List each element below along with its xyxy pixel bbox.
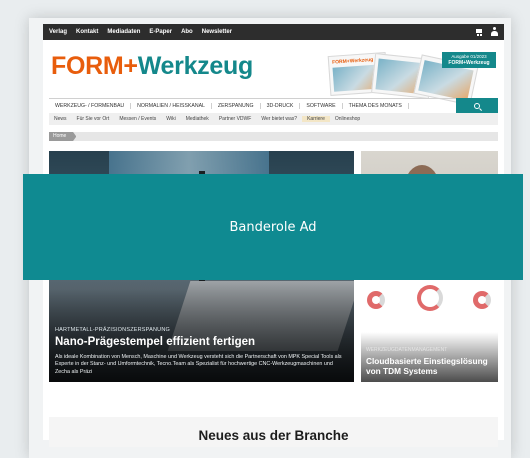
subnav-item-onlineshop[interactable]: Onlineshop bbox=[330, 116, 365, 122]
logo-part-werkzeug: Werkzeug bbox=[137, 52, 254, 80]
side-title[interactable]: Cloudbasierte Einstiegslösung von TDM Sy… bbox=[366, 356, 496, 376]
subnav-item-karriere[interactable]: Karriere bbox=[302, 116, 330, 122]
top-link-verlag[interactable]: Verlag bbox=[49, 29, 67, 35]
logo-part-form: FORM+ bbox=[51, 52, 138, 80]
subnav-item-vor-ort[interactable]: Für Sie vor Ort bbox=[72, 116, 115, 122]
issue-title: FORM+Werkzeug bbox=[448, 60, 490, 66]
nav-item-normalien-heisskanal[interactable]: NORMALIEN / HEISSKANAL bbox=[131, 103, 212, 109]
top-link-newsletter[interactable]: Newsletter bbox=[202, 29, 232, 35]
ring-graphic bbox=[417, 285, 443, 311]
banderole-ad[interactable]: Banderole Ad bbox=[23, 174, 523, 280]
subnav-item-partner-vdwf[interactable]: Partner VDWF bbox=[214, 116, 257, 122]
nav-item-3d-druck[interactable]: 3D-DRUCK bbox=[261, 103, 301, 109]
search-button[interactable] bbox=[456, 98, 498, 114]
top-bar: Verlag Kontakt Mediadaten E-Paper Abo Ne… bbox=[43, 24, 504, 40]
top-link-kontakt[interactable]: Kontakt bbox=[76, 29, 98, 35]
top-link-mediadaten[interactable]: Mediadaten bbox=[107, 29, 140, 35]
subnav-item-news[interactable]: News bbox=[49, 116, 72, 122]
subnav-item-mediathek[interactable]: Mediathek bbox=[181, 116, 214, 122]
top-link-epaper[interactable]: E-Paper bbox=[149, 29, 172, 35]
cart-icon[interactable] bbox=[475, 27, 484, 36]
nav-item-thema-des-monats[interactable]: THEMA DES MONATS bbox=[343, 103, 409, 109]
news-section: Neues aus der Branche bbox=[49, 417, 498, 447]
top-links: Verlag Kontakt Mediadaten E-Paper Abo Ne… bbox=[43, 29, 232, 35]
issue-badge: Ausgabe 01/2023 FORM+Werkzeug bbox=[442, 52, 496, 68]
hero-teaser: Als ideale Kombination von Mensch, Masch… bbox=[55, 354, 342, 375]
subnav-item-wiki[interactable]: Wiki bbox=[161, 116, 180, 122]
main-nav: WERKZEUG- / FORMENBAU NORMALIEN / HEISSK… bbox=[49, 98, 498, 114]
news-heading: Neues aus der Branche bbox=[198, 428, 349, 443]
magazine-promo[interactable]: FORM+Werkzeug Ausgabe 01/2023 FORM+Werkz… bbox=[327, 52, 497, 106]
top-icons bbox=[475, 27, 498, 36]
nav-item-software[interactable]: SOFTWARE bbox=[300, 103, 343, 109]
banderole-ad-label: Banderole Ad bbox=[229, 219, 317, 235]
issue-line: Ausgabe 01/2023 bbox=[451, 54, 487, 59]
hero-title[interactable]: Nano-Prägestempel effizient fertigen bbox=[55, 336, 255, 348]
site-logo[interactable]: FORM+Werkzeug bbox=[51, 52, 253, 81]
ring-graphic bbox=[473, 291, 491, 309]
nav-item-zerspanung[interactable]: ZERSPANUNG bbox=[212, 103, 261, 109]
hero-category: HARTMETALL-PRÄZISIONSZERSPANUNG bbox=[55, 327, 170, 333]
nav-item-werkzeug-formenbau[interactable]: WERKZEUG- / FORMENBAU bbox=[49, 103, 132, 109]
breadcrumb-home[interactable]: Home bbox=[49, 132, 77, 141]
ring-graphic bbox=[367, 291, 385, 309]
user-icon[interactable] bbox=[491, 27, 498, 36]
subnav-item-wer-bietet-was[interactable]: Wer bietet was? bbox=[256, 116, 302, 122]
top-link-abo[interactable]: Abo bbox=[181, 29, 193, 35]
sub-nav: News Für Sie vor Ort Messen / Events Wik… bbox=[49, 113, 498, 125]
search-icon bbox=[474, 103, 480, 109]
side-category: WERKZEUGDATENMANAGEMENT bbox=[366, 347, 448, 353]
breadcrumb: Home bbox=[49, 132, 498, 141]
subnav-item-messen-events[interactable]: Messen / Events bbox=[114, 116, 161, 122]
